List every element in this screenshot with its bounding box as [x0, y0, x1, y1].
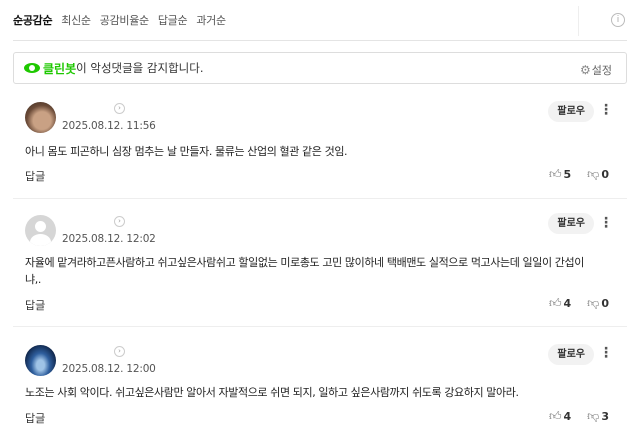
tab-latest[interactable]: 최신순	[61, 12, 91, 28]
avatar[interactable]	[25, 345, 56, 376]
dislike-count: 0	[601, 168, 609, 181]
more-options-icon[interactable]: ⋮	[599, 216, 613, 230]
comment-date: 2025.08.12. 11:56	[62, 120, 156, 132]
cleanbot-eye-icon	[24, 63, 40, 73]
tab-oldest[interactable]: 과거순	[196, 12, 226, 28]
more-options-icon[interactable]: ⋮	[599, 103, 613, 117]
comment-text: 자율에 맡겨라하고픈사람하고 쉬고싶은사람쉬고 할일없는 미로총도 고민 많이하…	[25, 256, 584, 286]
reply-button[interactable]: 답글	[25, 297, 45, 313]
follow-button[interactable]: 팔로우	[548, 101, 594, 122]
dislike-count: 3	[601, 410, 609, 423]
vote-bar: 👍︎ 4 👎︎ 0	[549, 296, 609, 311]
follow-button[interactable]: 팔로우	[548, 344, 594, 365]
sort-tabs: 순공감순 최신순 공감비율순 답글순 과거순 i	[13, 0, 627, 41]
comment-date: 2025.08.12. 12:00	[62, 363, 156, 375]
vote-bar: 👍︎ 4 👎︎ 3	[549, 409, 609, 424]
cleanbot-settings-button[interactable]: ⚙ 설정	[580, 62, 612, 78]
more-options-icon[interactable]: ⋮	[599, 346, 613, 360]
tab-most-replies[interactable]: 답글순	[158, 12, 188, 28]
like-count: 4	[563, 297, 572, 310]
comment-item: › 2025.08.12. 12:00 팔로우 ⋮ 노조는 사회 악이다. 쉬고…	[13, 327, 627, 446]
dislike-count: 0	[601, 297, 609, 310]
like-count: 4	[563, 410, 572, 423]
thumbs-down-icon[interactable]: 👎︎	[587, 167, 599, 182]
reply-button[interactable]: 답글	[25, 168, 45, 184]
tab-divider	[578, 6, 579, 36]
comment-text: 아니 몸도 피곤하니 심장 멈추는 날 만들자. 물류는 산업의 혈관 같은 것…	[25, 145, 348, 158]
thumbs-up-icon[interactable]: 👍︎	[549, 296, 562, 311]
comment-item: › 2025.08.12. 12:02 팔로우 ⋮ 자율에 맡겨라하고픈사람하고…	[13, 199, 627, 327]
avatar[interactable]	[25, 102, 56, 133]
tab-most-liked[interactable]: 순공감순	[13, 12, 53, 28]
thumbs-up-icon[interactable]: 👍︎	[549, 167, 562, 182]
settings-label: 설정	[591, 64, 612, 77]
tab-like-ratio[interactable]: 공감비율순	[100, 12, 149, 28]
thumbs-up-icon[interactable]: 👍︎	[549, 409, 562, 424]
comment-text: 노조는 사회 악이다. 쉬고싶은사람만 알아서 자발적으로 쉬면 되지, 일하고…	[25, 386, 519, 399]
vote-bar: 👍︎ 5 👎︎ 0	[549, 167, 609, 182]
cleanbot-brand: 클린봇	[43, 61, 77, 76]
chevron-right-icon[interactable]: ›	[114, 346, 125, 357]
chevron-right-icon[interactable]: ›	[114, 216, 125, 227]
reply-button[interactable]: 답글	[25, 410, 45, 426]
chevron-right-icon[interactable]: ›	[114, 103, 125, 114]
follow-button[interactable]: 팔로우	[548, 213, 594, 234]
comment-date: 2025.08.12. 12:02	[62, 233, 156, 245]
cleanbot-message: 이 악성댓글을 감지합니다.	[76, 61, 204, 75]
avatar[interactable]	[25, 215, 56, 246]
comment-item: › 2025.08.12. 11:56 팔로우 ⋮ 아니 몸도 피곤하니 심장 …	[13, 92, 627, 199]
info-icon[interactable]: i	[611, 13, 625, 27]
gear-icon: ⚙	[579, 63, 591, 77]
thumbs-down-icon[interactable]: 👎︎	[587, 296, 599, 311]
like-count: 5	[563, 168, 572, 181]
thumbs-down-icon[interactable]: 👎︎	[587, 409, 599, 424]
cleanbot-banner: 클린봇 이 악성댓글을 감지합니다. ⚙ 설정	[13, 52, 627, 84]
